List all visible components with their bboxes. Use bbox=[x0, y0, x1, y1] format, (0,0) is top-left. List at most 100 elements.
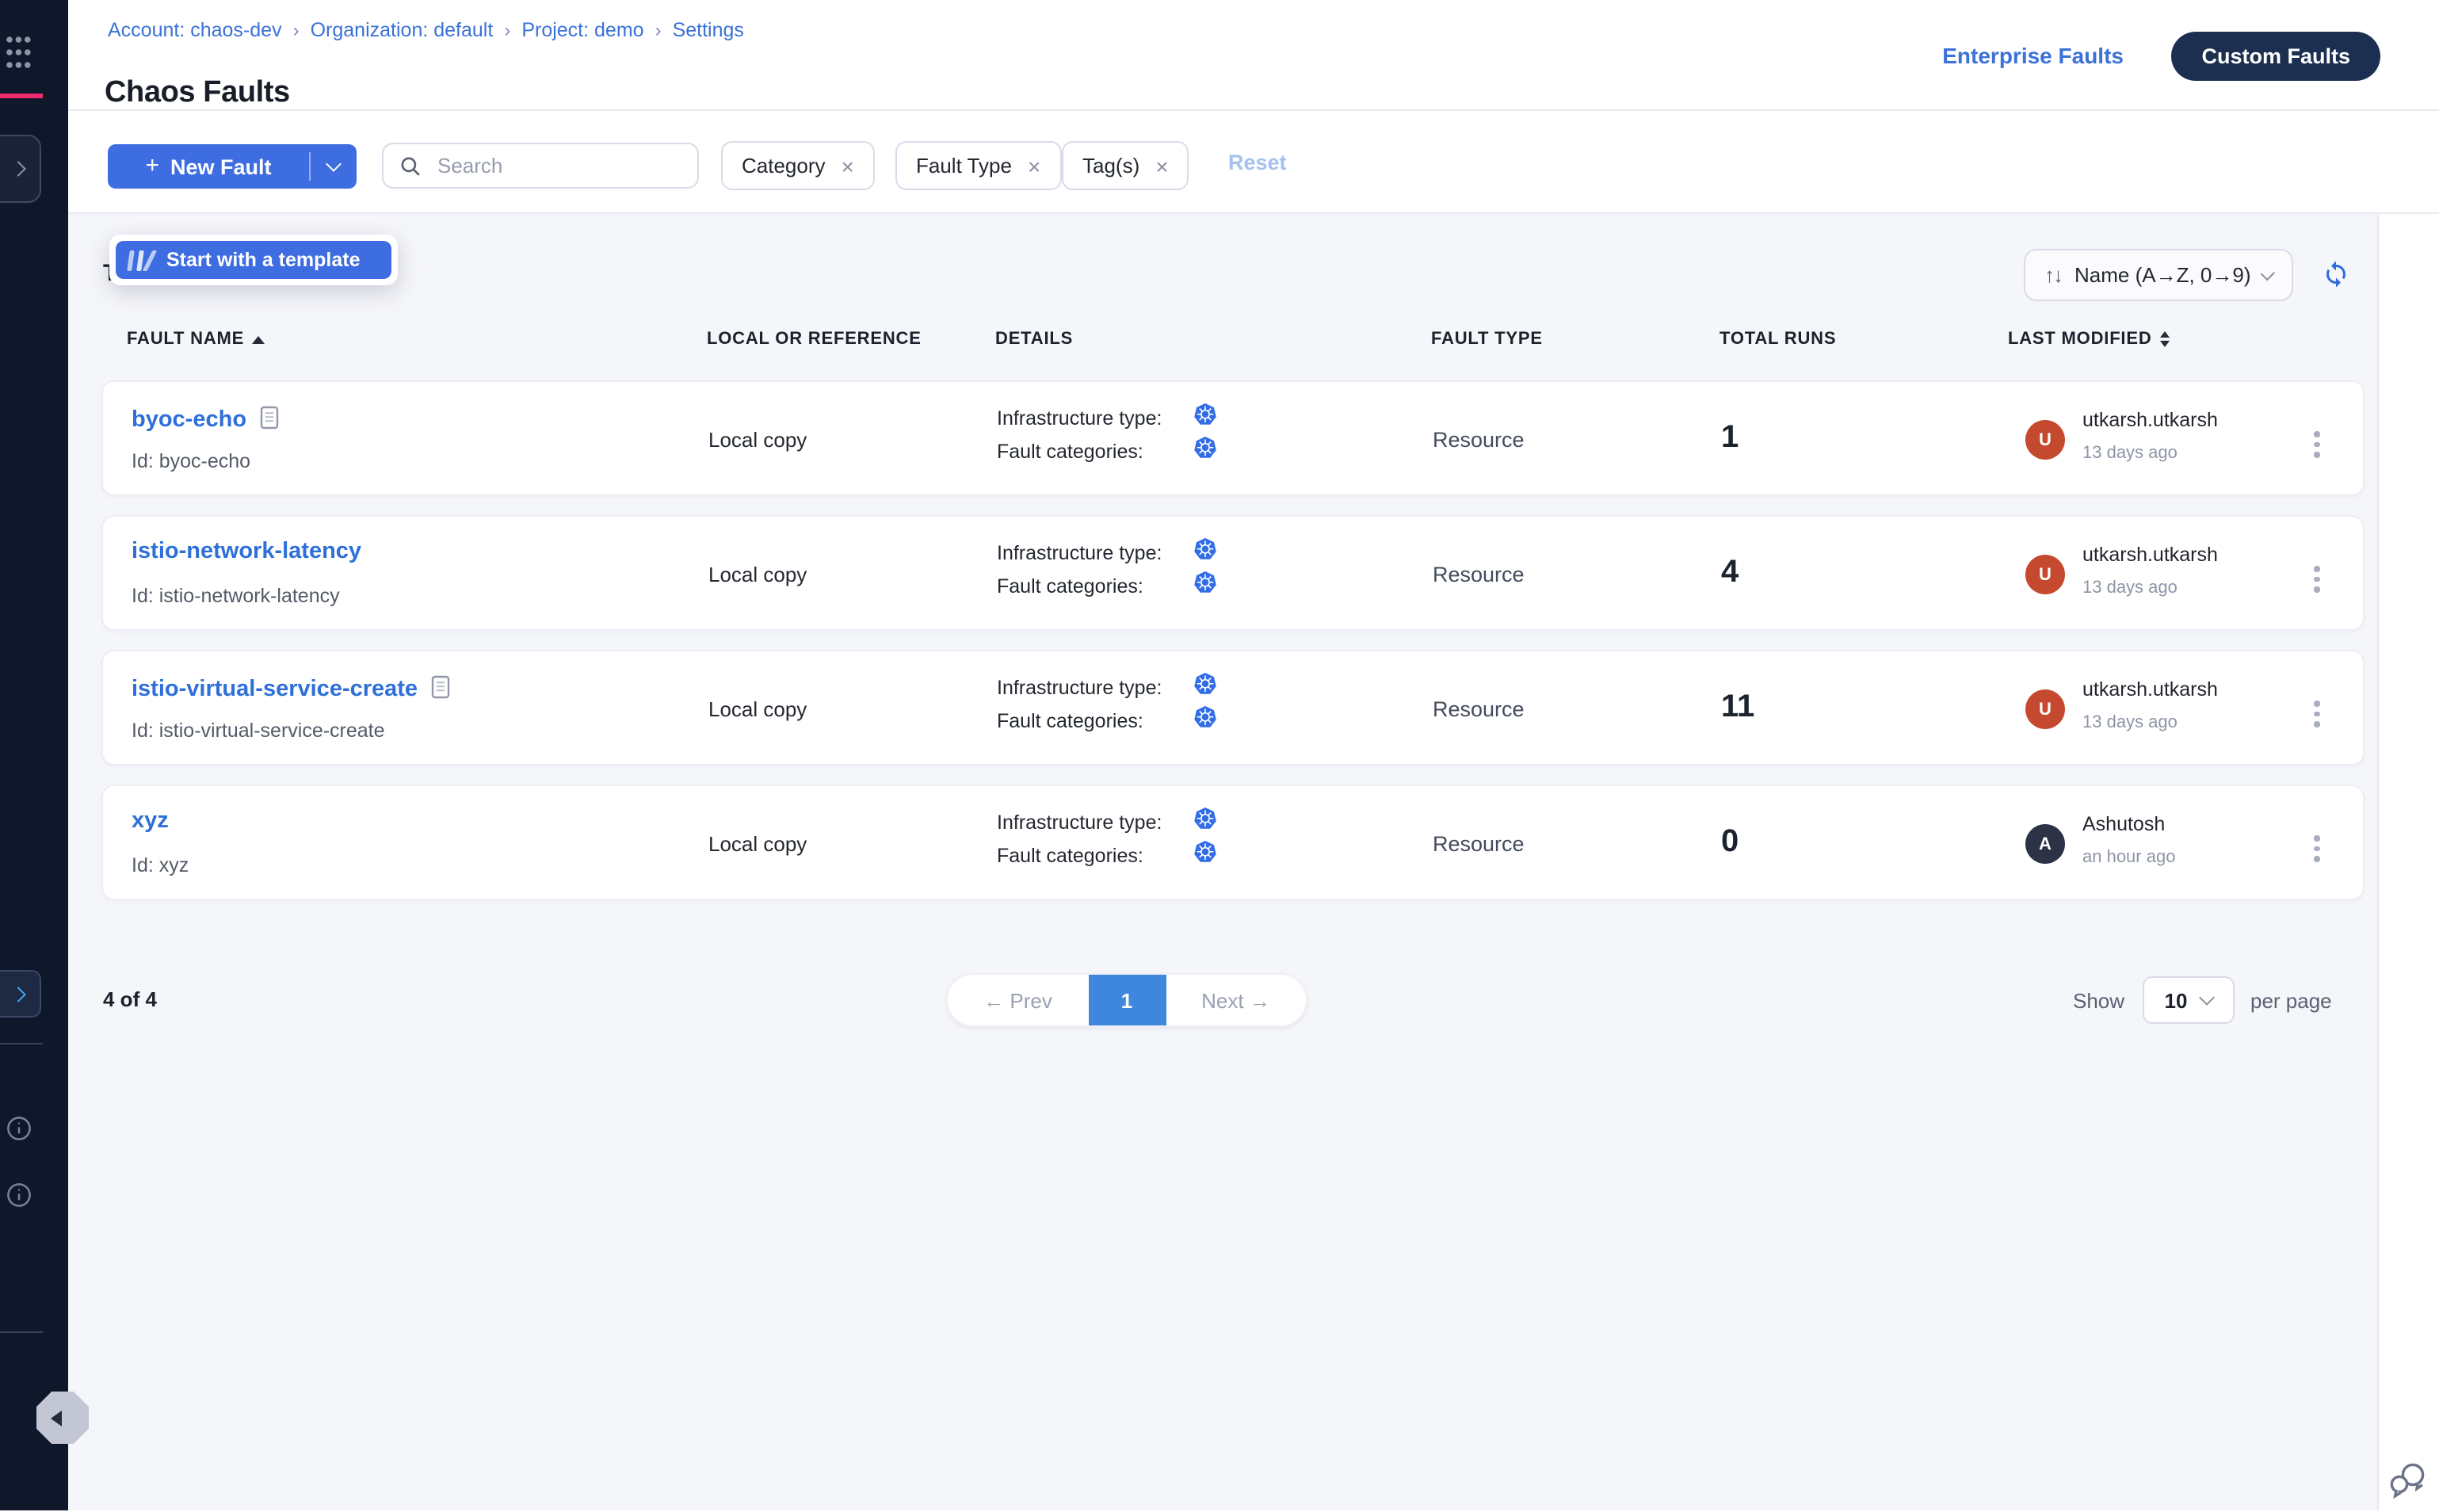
remove-filter-icon[interactable]: × bbox=[842, 155, 854, 177]
fault-id: Id: byoc-echo bbox=[132, 450, 250, 472]
new-fault-label: New Fault bbox=[170, 155, 272, 178]
chevron-right-icon bbox=[10, 986, 26, 1002]
detail-categories-label: Fault categories: bbox=[997, 844, 1193, 866]
new-fault-button[interactable]: + New Fault bbox=[108, 144, 309, 189]
sidebar-module-expand-tile[interactable] bbox=[0, 135, 41, 203]
local-or-reference: Local copy bbox=[708, 832, 807, 856]
row-menu-button[interactable] bbox=[2307, 428, 2326, 460]
fault-name-link[interactable]: istio-network-latency bbox=[132, 539, 361, 564]
avatar: U bbox=[2025, 420, 2065, 460]
fault-id: Id: xyz bbox=[132, 854, 189, 876]
current-page-button[interactable]: 1 bbox=[1088, 975, 1166, 1025]
sidebar-divider bbox=[0, 1043, 43, 1044]
start-with-template-menu-item[interactable]: Start with a template bbox=[116, 241, 391, 279]
fault-name-link[interactable]: byoc-echo bbox=[132, 407, 246, 433]
total-runs: 11 bbox=[1721, 689, 1754, 726]
faults-toolbar: + New Fault Start with a template Catego… bbox=[68, 111, 2439, 214]
support-chat-icon[interactable] bbox=[2387, 1460, 2429, 1512]
refresh-icon bbox=[2322, 260, 2350, 288]
detail-infrastructure-label: Infrastructure type: bbox=[997, 676, 1193, 698]
prev-page-button[interactable]: ← Prev bbox=[948, 975, 1088, 1025]
refresh-button[interactable] bbox=[2322, 260, 2350, 288]
sidebar-expand-button[interactable] bbox=[0, 970, 41, 1018]
avatar: A bbox=[2025, 824, 2065, 864]
modified-by: Ashutosh bbox=[2082, 813, 2165, 835]
remove-filter-icon[interactable]: × bbox=[1028, 155, 1040, 177]
sort-label: Name (A→Z, 0→9) bbox=[2074, 263, 2251, 287]
total-runs: 0 bbox=[1721, 824, 1739, 861]
app-grid-icon[interactable] bbox=[5, 33, 32, 71]
detail-categories-label: Fault categories: bbox=[997, 709, 1193, 731]
sort-dropdown[interactable]: ↑↓ Name (A→Z, 0→9) bbox=[2024, 249, 2293, 301]
kubernetes-icon bbox=[1193, 806, 1217, 838]
show-label: Show bbox=[2073, 989, 2124, 1013]
per-page-label: per page bbox=[2250, 989, 2332, 1013]
copy-icon[interactable] bbox=[259, 406, 278, 436]
new-fault-dropdown-toggle[interactable] bbox=[311, 144, 357, 189]
local-or-reference: Local copy bbox=[708, 428, 807, 452]
breadcrumb-settings-link[interactable]: Settings bbox=[673, 19, 744, 41]
breadcrumb-project-link[interactable]: Project: demo bbox=[521, 19, 643, 41]
copy-icon[interactable] bbox=[430, 675, 449, 705]
fault-name-link[interactable]: xyz bbox=[132, 808, 169, 834]
column-header-last-modified[interactable]: LAST MODIFIED bbox=[2008, 330, 2170, 349]
template-icon bbox=[128, 250, 152, 270]
info-icon[interactable] bbox=[6, 1182, 32, 1208]
column-header-details: DETAILS bbox=[995, 330, 1073, 349]
total-runs: 4 bbox=[1721, 555, 1739, 591]
fault-type: Resource bbox=[1433, 563, 1525, 586]
row-menu-button[interactable] bbox=[2307, 563, 2326, 595]
column-header-fault-name[interactable]: FAULT NAME bbox=[127, 330, 265, 349]
total-runs: 1 bbox=[1721, 420, 1739, 456]
filter-chip-category[interactable]: Category × bbox=[721, 141, 875, 190]
modified-time: an hour ago bbox=[2082, 848, 2175, 867]
modified-time: 13 days ago bbox=[2082, 713, 2178, 732]
fault-type: Resource bbox=[1433, 832, 1525, 856]
filter-chip-fault-type[interactable]: Fault Type × bbox=[895, 141, 1061, 190]
results-count: 4 of 4 bbox=[103, 987, 157, 1011]
fault-type: Resource bbox=[1433, 697, 1525, 721]
plus-icon: + bbox=[145, 152, 159, 179]
breadcrumb-organization-link[interactable]: Organization: default bbox=[311, 19, 494, 41]
next-page-button[interactable]: Next → bbox=[1166, 975, 1306, 1025]
detail-infrastructure-label: Infrastructure type: bbox=[997, 811, 1193, 833]
kubernetes-icon bbox=[1193, 704, 1217, 736]
fault-type: Resource bbox=[1433, 428, 1525, 452]
fault-row: xyz Id: xyz Local copy Infrastructure ty… bbox=[101, 785, 2365, 900]
sort-both-icon bbox=[2160, 331, 2170, 347]
fault-name-link[interactable]: istio-virtual-service-create bbox=[132, 677, 418, 702]
custom-faults-button[interactable]: Custom Faults bbox=[2171, 32, 2380, 81]
left-nav-sidebar bbox=[0, 0, 68, 1510]
info-icon[interactable] bbox=[6, 1116, 32, 1141]
sidebar-collapse-handle[interactable] bbox=[36, 1392, 89, 1444]
chevron-down-icon bbox=[2200, 990, 2216, 1006]
row-menu-button[interactable] bbox=[2307, 832, 2326, 865]
sidebar-divider bbox=[0, 1331, 43, 1333]
breadcrumb-separator: › bbox=[655, 19, 662, 41]
remove-filter-icon[interactable]: × bbox=[1155, 155, 1168, 177]
filter-chip-tags[interactable]: Tag(s) × bbox=[1062, 141, 1189, 190]
fault-details: Infrastructure type: bbox=[997, 670, 1217, 737]
faults-list-area: Total: 4 ↑↓ Name (A→Z, 0→9) FAULT NAME L… bbox=[68, 214, 2377, 1510]
chevron-right-icon bbox=[10, 161, 26, 177]
detail-infrastructure-label: Infrastructure type: bbox=[997, 407, 1193, 429]
modified-time: 13 days ago bbox=[2082, 578, 2178, 598]
search-input[interactable] bbox=[434, 152, 681, 179]
new-fault-split-button: + New Fault Start with a template bbox=[108, 144, 357, 189]
fault-row: istio-network-latency Id: istio-network-… bbox=[101, 515, 2365, 631]
page-size-select[interactable]: 10 bbox=[2143, 976, 2235, 1024]
fault-row: byoc-echo Id: byoc-echo Local copy Infra… bbox=[101, 380, 2365, 496]
local-or-reference: Local copy bbox=[708, 563, 807, 586]
kubernetes-icon bbox=[1193, 435, 1217, 467]
local-or-reference: Local copy bbox=[708, 697, 807, 721]
reset-filters-button[interactable]: Reset bbox=[1228, 151, 1287, 174]
row-menu-button[interactable] bbox=[2307, 697, 2326, 730]
detail-infrastructure-label: Infrastructure type: bbox=[997, 541, 1193, 563]
fault-details: Infrastructure type: bbox=[997, 805, 1217, 872]
fault-details: Infrastructure type: bbox=[997, 536, 1217, 602]
breadcrumb-account-link[interactable]: Account: chaos-dev bbox=[108, 19, 282, 41]
fault-id: Id: istio-network-latency bbox=[132, 585, 340, 607]
kubernetes-icon bbox=[1193, 839, 1217, 871]
enterprise-faults-link[interactable]: Enterprise Faults bbox=[1942, 43, 2124, 68]
right-gutter bbox=[2377, 214, 2439, 1510]
